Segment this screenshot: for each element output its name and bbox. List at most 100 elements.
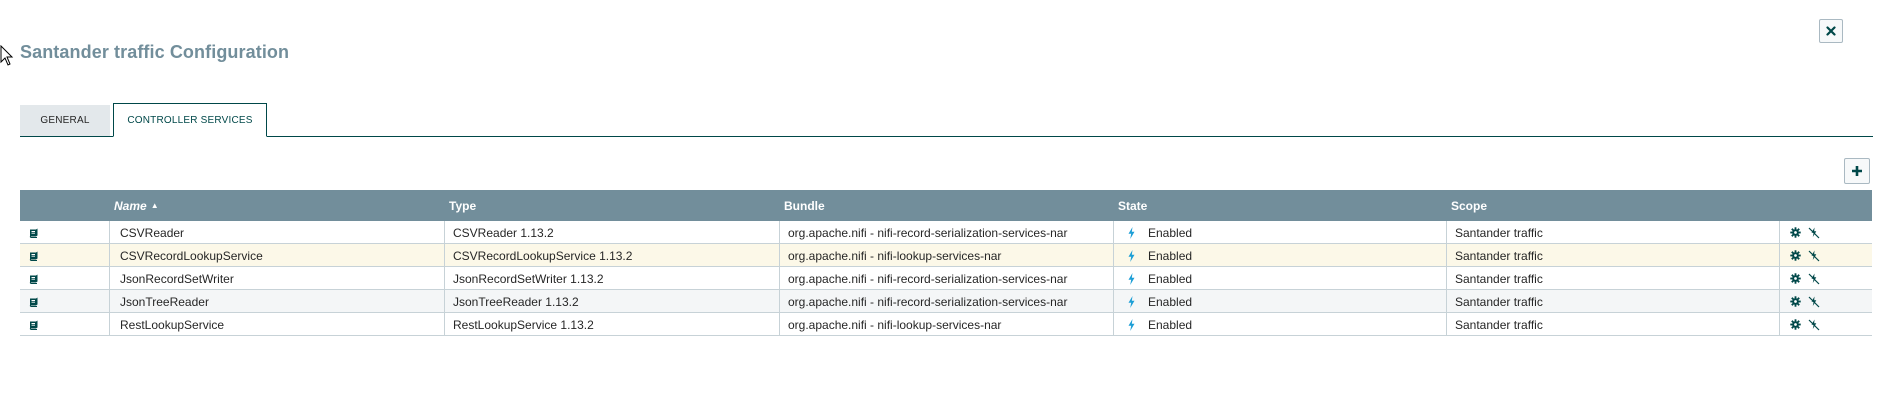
column-header-scope[interactable]: Scope [1447,190,1780,221]
enabled-bolt-icon [1128,272,1140,285]
disable-icon[interactable] [1808,250,1820,262]
scope-cell: Santander traffic [1447,313,1780,336]
scope-cell: Santander traffic [1447,267,1780,290]
state-cell: Enabled [1114,244,1447,267]
controller-services-table: Name ▲ Type Bundle State Scope CSVReader… [20,190,1872,336]
gear-icon[interactable] [1790,273,1801,284]
disable-icon[interactable] [1808,227,1820,239]
tab-general-label: GENERAL [40,115,90,126]
mouse-pointer-icon [0,45,14,66]
info-cell [20,221,110,244]
tab-general[interactable]: GENERAL [20,105,110,136]
usage-book-icon[interactable] [29,228,39,238]
dialog-title: Santander traffic Configuration [20,42,290,62]
type-cell: CSVReader 1.13.2 [445,221,780,244]
table-body: CSVReader CSVReader 1.13.2 org.apache.ni… [20,221,1872,336]
usage-book-icon[interactable] [29,320,39,330]
service-type: JsonTreeReader 1.13.2 [453,294,579,309]
gear-icon[interactable] [1790,319,1801,330]
service-scope: Santander traffic [1455,317,1543,332]
service-state: Enabled [1148,248,1193,263]
plus-icon [1852,166,1862,176]
usage-book-icon[interactable] [29,297,39,307]
table-header: Name ▲ Type Bundle State Scope [20,190,1872,221]
service-bundle: org.apache.nifi - nifi-record-serializat… [788,294,1068,309]
service-bundle: org.apache.nifi - nifi-record-serializat… [788,225,1068,240]
bundle-cell: org.apache.nifi - nifi-record-serializat… [780,267,1114,290]
table-row[interactable]: CSVReader CSVReader 1.13.2 org.apache.ni… [20,221,1872,244]
tab-controller-services[interactable]: CONTROLLER SERVICES [113,103,267,137]
column-header-name[interactable]: Name ▲ [110,190,445,221]
state-cell: Enabled [1114,221,1447,244]
table-row[interactable]: JsonTreeReader JsonTreeReader 1.13.2 org… [20,290,1872,313]
service-scope: Santander traffic [1455,248,1543,263]
actions-cell [1780,221,1872,244]
bundle-cell: org.apache.nifi - nifi-record-serializat… [780,290,1114,313]
usage-book-icon[interactable] [29,274,39,284]
service-scope: Santander traffic [1455,225,1543,240]
column-header-state[interactable]: State [1114,190,1447,221]
close-button[interactable] [1819,19,1843,43]
service-name: CSVReader [120,225,185,240]
name-cell: JsonTreeReader [110,290,445,313]
name-cell: RestLookupService [110,313,445,336]
disable-icon[interactable] [1808,319,1820,331]
service-name: JsonTreeReader [120,294,209,309]
close-icon [1826,26,1836,36]
scope-cell: Santander traffic [1447,244,1780,267]
service-scope: Santander traffic [1455,271,1543,286]
actions-cell [1780,244,1872,267]
controller-services-dialog: Santander traffic Configuration GENERAL … [0,0,1879,411]
disable-icon[interactable] [1808,273,1820,285]
gear-icon[interactable] [1790,296,1801,307]
service-type: JsonRecordSetWriter 1.13.2 [453,271,604,286]
state-cell: Enabled [1114,313,1447,336]
disable-icon[interactable] [1808,296,1820,308]
service-state: Enabled [1148,271,1193,286]
gear-icon[interactable] [1790,227,1801,238]
enabled-bolt-icon [1128,295,1140,308]
service-type: CSVRecordLookupService 1.13.2 [453,248,633,263]
service-name: CSVRecordLookupService [120,248,263,263]
column-header-bundle[interactable]: Bundle [780,190,1114,221]
table-row[interactable]: JsonRecordSetWriter JsonRecordSetWriter … [20,267,1872,290]
actions-cell [1780,313,1872,336]
column-header-actions [1780,190,1872,221]
tab-controller-services-label: CONTROLLER SERVICES [127,114,253,126]
info-cell [20,267,110,290]
table-row[interactable]: RestLookupService RestLookupService 1.13… [20,313,1872,336]
state-cell: Enabled [1114,290,1447,313]
type-cell: RestLookupService 1.13.2 [445,313,780,336]
service-name: RestLookupService [120,317,225,332]
service-state: Enabled [1148,225,1193,240]
service-state: Enabled [1148,294,1193,309]
name-cell: CSVRecordLookupService [110,244,445,267]
table-row[interactable]: CSVRecordLookupService CSVRecordLookupSe… [20,244,1872,267]
service-name: JsonRecordSetWriter [120,271,234,286]
info-cell [20,244,110,267]
actions-cell [1780,267,1872,290]
actions-cell [1780,290,1872,313]
enabled-bolt-icon [1128,249,1140,262]
service-type: CSVReader 1.13.2 [453,225,554,240]
tab-bar: GENERAL CONTROLLER SERVICES [20,103,1873,137]
info-cell [20,290,110,313]
column-header-info [20,190,110,221]
bundle-cell: org.apache.nifi - nifi-lookup-services-n… [780,244,1114,267]
scope-cell: Santander traffic [1447,290,1780,313]
type-cell: JsonTreeReader 1.13.2 [445,290,780,313]
column-header-type[interactable]: Type [445,190,780,221]
gear-icon[interactable] [1790,250,1801,261]
bundle-cell: org.apache.nifi - nifi-record-serializat… [780,221,1114,244]
service-scope: Santander traffic [1455,294,1543,309]
name-cell: JsonRecordSetWriter [110,267,445,290]
service-type: RestLookupService 1.13.2 [453,317,594,332]
service-bundle: org.apache.nifi - nifi-lookup-services-n… [788,317,1002,332]
sort-up-icon: ▲ [150,201,159,210]
enabled-bolt-icon [1128,226,1140,239]
add-controller-service-button[interactable] [1844,158,1870,184]
usage-book-icon[interactable] [29,251,39,261]
service-bundle: org.apache.nifi - nifi-record-serializat… [788,271,1068,286]
state-cell: Enabled [1114,267,1447,290]
service-state: Enabled [1148,317,1193,332]
